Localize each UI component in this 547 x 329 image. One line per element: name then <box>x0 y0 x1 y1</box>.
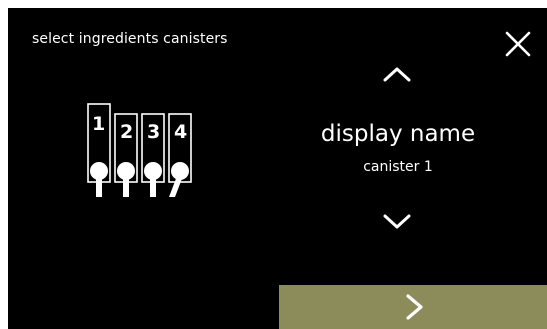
chevron-right-icon <box>406 294 423 320</box>
chevron-up-icon <box>383 67 411 82</box>
close-button[interactable] <box>500 26 536 62</box>
canister-1-label: 1 <box>92 113 105 135</box>
canister-diagram: 1 2 3 4 <box>84 100 204 210</box>
selected-canister-name: canister 1 <box>363 159 433 175</box>
canister-1[interactable]: 1 <box>87 103 111 197</box>
canister-2[interactable]: 2 <box>114 113 138 197</box>
close-icon <box>505 31 531 57</box>
chevron-down-icon <box>383 214 411 229</box>
next-canister-button[interactable] <box>377 209 417 235</box>
screen: select ingredients canisters 1 2 3 4 dis… <box>8 8 547 329</box>
canister-4[interactable]: 4 <box>168 113 192 197</box>
canister-3-label: 3 <box>147 121 160 143</box>
canister-2-label: 2 <box>120 121 133 143</box>
canister-4-label: 4 <box>174 121 187 143</box>
canister-3[interactable]: 3 <box>141 113 165 197</box>
next-button[interactable] <box>279 285 547 329</box>
page-title: select ingredients canisters <box>32 31 228 47</box>
display-name-label: display name <box>320 121 476 147</box>
previous-canister-button[interactable] <box>377 60 417 86</box>
